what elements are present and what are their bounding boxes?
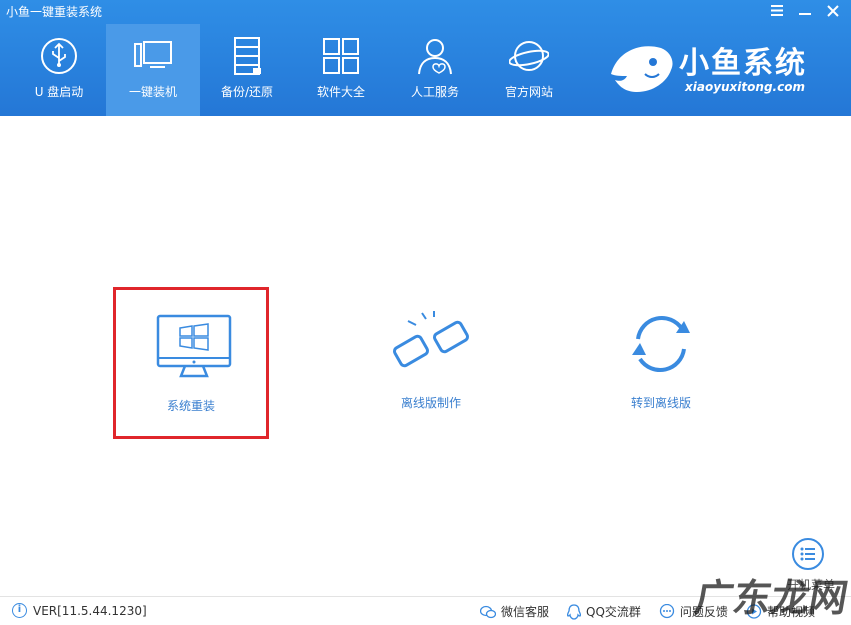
app-header: 小鱼一键重装系统 U 盘启动 一键装机 备份/还原 软件大全 人工服务 官方网站… <box>0 0 851 116</box>
nav-item-software[interactable]: 软件大全 <box>294 24 388 116</box>
watermark: 广东龙网 <box>691 576 851 620</box>
feedback-icon <box>659 604 675 619</box>
nav-label: 官方网站 <box>504 85 553 99</box>
nav-label: U 盘启动 <box>34 85 84 99</box>
apps-grid-icon <box>323 38 359 74</box>
fish-logo-icon <box>611 46 673 92</box>
list-menu-icon <box>792 538 824 570</box>
option-label: 转到离线版 <box>630 396 691 410</box>
nav-label: 一键装机 <box>128 85 177 99</box>
version-text: VER[11.5.44.1230] <box>33 603 147 618</box>
option-system-reinstall[interactable]: 系统重装 <box>113 287 269 439</box>
nav-item-backup-restore[interactable]: 备份/还原 <box>200 24 294 116</box>
nav-item-one-click-install[interactable]: 一键装机 <box>106 24 200 116</box>
title-bar: 小鱼一键重装系统 <box>0 0 851 24</box>
brand-name: 小鱼系统 <box>679 46 807 81</box>
nav-label: 人工服务 <box>410 85 459 99</box>
option-label: 系统重装 <box>166 399 215 413</box>
footer-link-label: 微信客服 <box>501 605 550 619</box>
monitor-windows-icon <box>156 314 232 378</box>
footer-link-qq[interactable]: QQ交流群 <box>567 603 641 620</box>
info-icon: i <box>12 603 27 618</box>
install-icon <box>134 41 172 68</box>
window-title: 小鱼一键重装系统 <box>6 5 103 19</box>
nav-item-usb-boot[interactable]: U 盘启动 <box>12 24 106 116</box>
usb-icon <box>41 38 77 74</box>
nav-label: 软件大全 <box>316 85 365 99</box>
main-nav: U 盘启动 一键装机 备份/还原 软件大全 人工服务 官方网站 <box>12 24 576 116</box>
nav-item-official-site[interactable]: 官方网站 <box>482 24 576 116</box>
option-label: 离线版制作 <box>400 396 461 410</box>
version-info: i VER[11.5.44.1230] <box>12 603 147 618</box>
footer-link-label: QQ交流群 <box>586 605 641 619</box>
refresh-icon <box>632 315 690 373</box>
minimize-icon[interactable] <box>791 0 819 22</box>
brand-url: xiaoyuxitong.com <box>685 80 805 94</box>
option-offline-build[interactable]: 离线版制作 <box>353 287 509 439</box>
close-icon[interactable] <box>819 0 847 22</box>
brand-logo: 小鱼系统 xiaoyuxitong.com <box>609 38 839 100</box>
footer-link-wechat[interactable]: 微信客服 <box>480 603 549 620</box>
globe-icon <box>509 41 549 71</box>
user-support-icon <box>418 39 452 75</box>
broken-link-icon <box>392 311 470 368</box>
option-switch-offline[interactable]: 转到离线版 <box>583 287 739 439</box>
backup-icon <box>234 37 261 75</box>
menu-icon[interactable] <box>763 0 791 22</box>
window-controls <box>763 0 847 24</box>
qq-icon <box>567 603 582 620</box>
wechat-icon <box>480 605 496 618</box>
nav-item-manual-service[interactable]: 人工服务 <box>388 24 482 116</box>
main-content: 系统重装 离线版制作 转到离线版 开机菜单 <box>0 116 851 596</box>
nav-label: 备份/还原 <box>220 85 274 99</box>
